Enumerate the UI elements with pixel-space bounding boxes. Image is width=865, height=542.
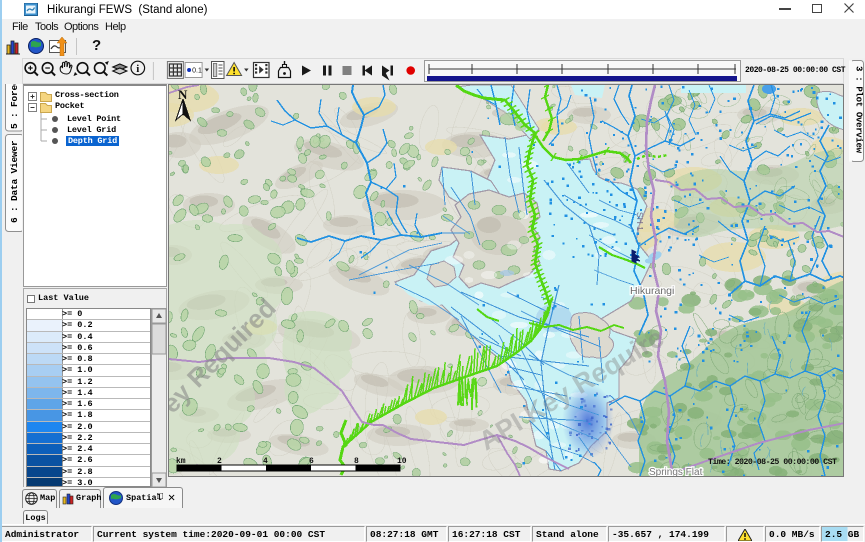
svg-text:Hikurangi: Hikurangi <box>630 285 674 297</box>
svg-text:0.1: 0.1 <box>192 68 202 75</box>
svg-text:SH 1: SH 1 <box>635 212 645 231</box>
svg-text:i: i <box>136 63 139 75</box>
svg-text:6 : Data Viewer: 6 : Data Viewer <box>9 140 20 223</box>
svg-text:Springs Flat: Springs Flat <box>649 467 703 477</box>
svg-text:Time: 2020-08-25 00:00:00 CST: Time: 2020-08-25 00:00:00 CST <box>708 457 837 467</box>
svg-text:3 : Plot Overview: 3 : Plot Overview <box>854 66 864 154</box>
svg-text:5 : Forecast: 5 : Forecast <box>9 84 20 129</box>
